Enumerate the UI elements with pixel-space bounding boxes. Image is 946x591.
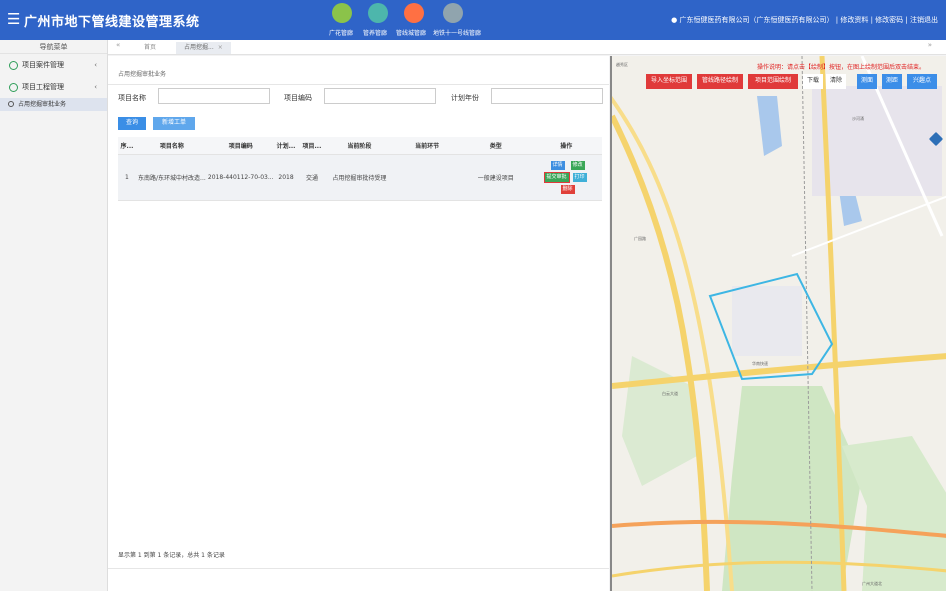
col-ops: 操作 <box>530 137 602 155</box>
edit-button[interactable]: 修改 <box>570 160 585 170</box>
map-canvas[interactable] <box>612 56 946 591</box>
project-name-input[interactable] <box>158 88 270 104</box>
print-button[interactable]: 打印 <box>572 172 587 182</box>
col-category[interactable]: 项目... <box>298 137 326 155</box>
measure-area-button[interactable]: 测面 <box>857 74 877 89</box>
map-label: 沙河涌 <box>852 116 864 121</box>
clear-button[interactable]: 清除 <box>826 74 846 89</box>
globe-icon <box>9 61 18 70</box>
col-stage[interactable]: 当前阶段 <box>325 137 394 155</box>
hamburger-icon[interactable]: ☰ <box>7 11 20 27</box>
download-button[interactable]: 下载 <box>803 74 823 89</box>
tab-prev-button[interactable]: « <box>116 41 120 49</box>
sidebar-item-case-management[interactable]: 项目案件管理 ‹ <box>0 54 107 76</box>
new-project-button[interactable]: 新增工单 <box>153 117 195 130</box>
change-password-link[interactable]: 修改密码 <box>875 16 903 24</box>
map-label: 广园路 <box>634 236 646 241</box>
project-code-input[interactable] <box>324 88 436 104</box>
view-button[interactable]: 详情 <box>550 160 565 170</box>
map-view[interactable]: 操作说明：请点击【绘制】按钮，在图上绘制范围后双击结束。 导入坐标范围 管线路径… <box>610 56 946 591</box>
map-label: 越秀区 <box>616 62 628 67</box>
app-title: 广州市地下管线建设管理系统 <box>24 15 200 30</box>
user-area: ● 广东恒健医药有限公司（广东恒健医药有限公司） | 修改资料 | 修改密码 |… <box>671 16 938 24</box>
project-name-label: 项目名称 <box>118 94 146 102</box>
col-type[interactable]: 类型 <box>460 137 531 155</box>
edit-profile-link[interactable]: 修改资料 <box>840 16 868 24</box>
sidebar: 导航菜单 项目案件管理 ‹ 项目工程管理 ‹ 占用挖掘审批业务 <box>0 40 108 591</box>
nav-item-chengguan[interactable]: 管线城管廊 <box>396 28 426 37</box>
nav-item-metro11[interactable]: 地铁十一号线管廊 <box>433 28 481 37</box>
map-label: 华南快速 <box>752 361 768 366</box>
main-panel: 占用挖掘审批业务 项目名称 项目编码 计划年份 查询 新增工单 序... 项目名… <box>108 56 609 591</box>
road-east-west <box>612 353 946 389</box>
col-step[interactable]: 当前环节 <box>393 137 461 155</box>
import-shp-button[interactable]: 导入坐标范围 <box>646 74 692 89</box>
col-code[interactable]: 项目编码 <box>207 137 274 155</box>
tab-home[interactable]: 首页 <box>144 42 156 54</box>
water-north <box>757 96 782 156</box>
query-button[interactable]: 查询 <box>118 117 146 130</box>
nav-item-guanghua[interactable]: 广花管廊 <box>329 28 353 37</box>
project-table: 序... 项目名称 项目编码 计划... 项目... 当前阶段 当前环节 类型 … <box>118 137 602 201</box>
map-label: 白云大道 <box>662 391 678 396</box>
draw-line-button[interactable]: 管线路径绘制 <box>697 74 743 89</box>
col-index[interactable]: 序... <box>118 137 136 155</box>
delete-button[interactable]: 删除 <box>560 184 575 194</box>
col-name[interactable]: 项目名称 <box>135 137 208 155</box>
ops-cell: 详情 修改 提交审批 打印 删除 <box>530 154 602 201</box>
pager-info: 显示第 1 到第 1 条记录，总共 1 条记录 <box>118 552 225 559</box>
module-nav: 广花管廊 管养管廊 管线城管廊 地铁十一号线管廊 <box>325 2 495 40</box>
close-icon[interactable]: × <box>218 44 223 51</box>
project-code-label: 项目编码 <box>284 94 312 102</box>
user-icon: ● <box>671 16 678 24</box>
map-label: 广州大道北 <box>862 581 882 586</box>
sidebar-item-project-management[interactable]: 项目工程管理 ‹ <box>0 76 107 98</box>
submit-button[interactable]: 提交审批 <box>543 171 570 183</box>
plan-year-label: 计划年份 <box>451 94 479 102</box>
target-site-block <box>732 286 802 356</box>
circle-icon <box>8 101 14 107</box>
street-mid <box>791 195 946 257</box>
green-park-west <box>622 356 697 486</box>
tab-excavation[interactable]: 占用挖掘... × <box>176 42 231 54</box>
user-name: 广东恒健医药有限公司（广东恒健医药有限公司） <box>679 16 834 24</box>
chevron-left-icon: ‹ <box>94 61 97 69</box>
table-row[interactable]: 1 东南路/东环城中村改造... 2018-440112-70-03... 20… <box>118 154 602 201</box>
draw-point-button[interactable]: 兴趣点 <box>907 74 937 89</box>
train-icon[interactable] <box>332 3 352 23</box>
residential-block <box>812 86 942 196</box>
breadcrumb: 占用挖掘审批业务 <box>118 71 167 78</box>
bird-icon[interactable] <box>404 3 424 23</box>
globe-icon <box>9 83 18 92</box>
plan-year-input[interactable] <box>491 88 603 104</box>
table-header-row: 序... 项目名称 项目编码 计划... 项目... 当前阶段 当前环节 类型 … <box>118 137 602 155</box>
nav-item-guanyang[interactable]: 管养管廊 <box>363 28 387 37</box>
metro-icon[interactable] <box>443 3 463 23</box>
map-instruction: 操作说明：请点击【绘制】按钮，在图上绘制范围后双击结束。 <box>757 64 926 71</box>
tab-next-button[interactable]: » <box>928 41 932 49</box>
tunnel-icon[interactable] <box>368 3 388 23</box>
sidebar-title: 导航菜单 <box>0 40 107 54</box>
draw-area-button[interactable]: 项目范围绘制 <box>748 74 798 89</box>
measure-length-button[interactable]: 测距 <box>882 74 902 89</box>
logout-link[interactable]: 注销退出 <box>910 16 938 24</box>
app-header: ☰ 广州市地下管线建设管理系统 广花管廊 管养管廊 管线城管廊 地铁十一号线管廊… <box>0 0 946 40</box>
col-year[interactable]: 计划... <box>273 137 299 155</box>
chevron-left-icon: ‹ <box>94 83 97 91</box>
sidebar-subitem-excavation[interactable]: 占用挖掘审批业务 <box>0 98 107 111</box>
tab-bar: « 首页 占用挖掘... × » <box>108 40 946 55</box>
